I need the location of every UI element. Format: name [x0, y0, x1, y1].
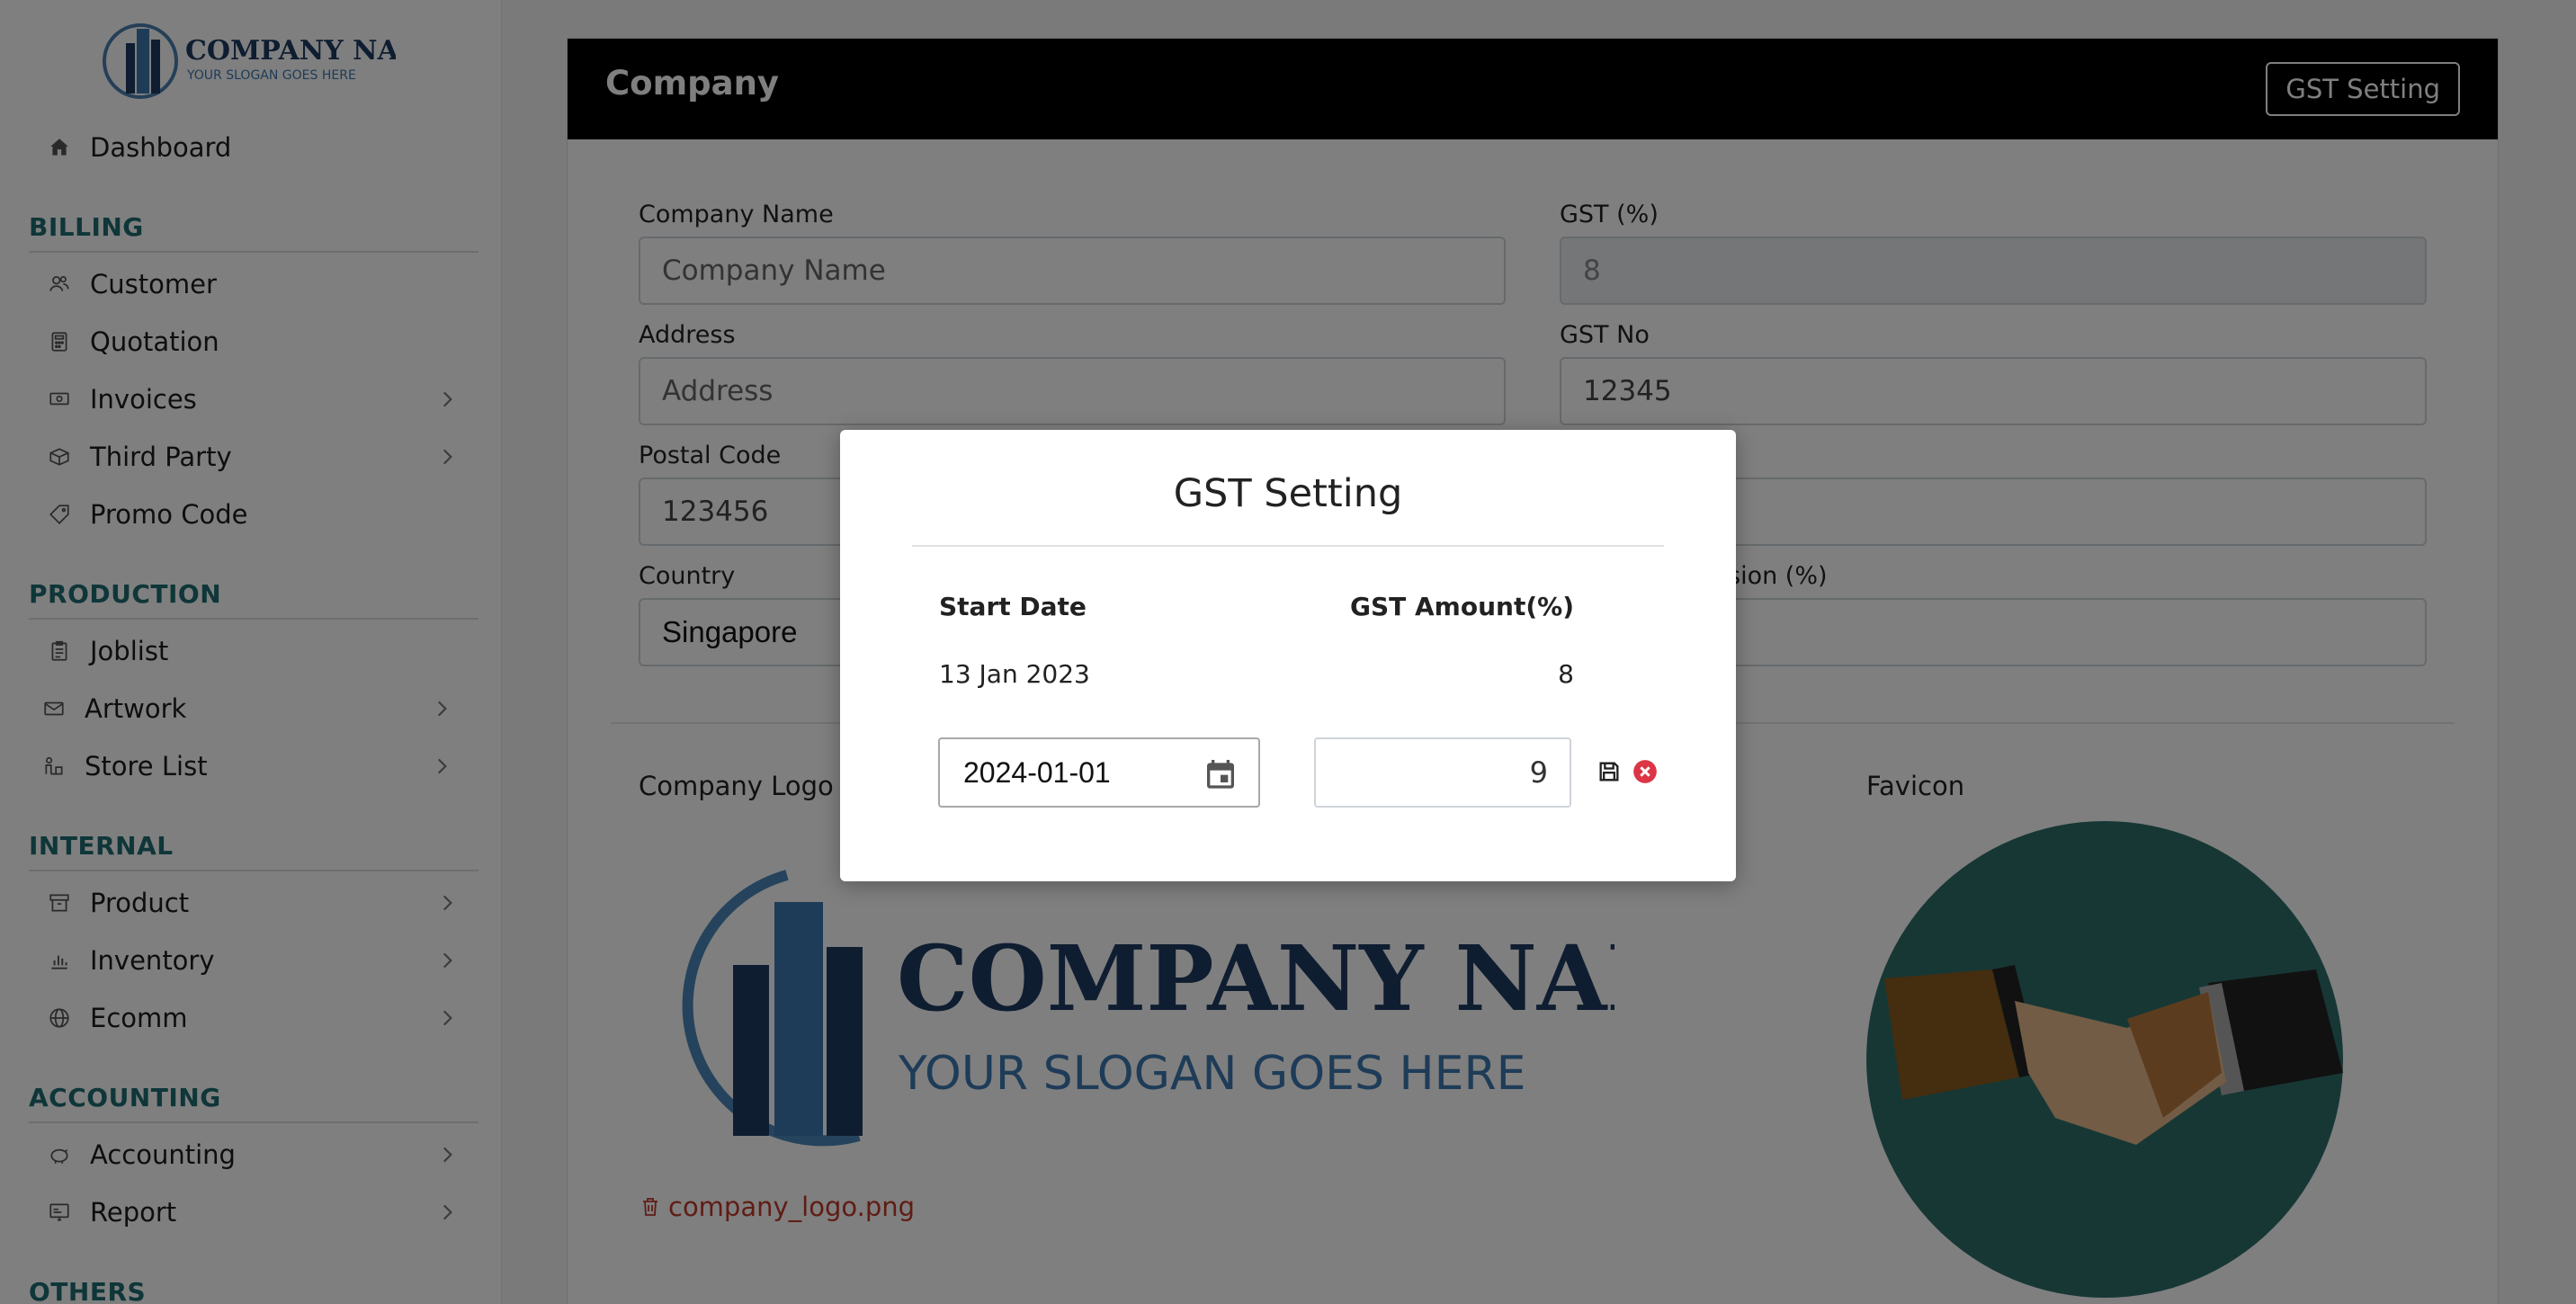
- calendar-icon[interactable]: [1203, 755, 1239, 791]
- start-date-input[interactable]: 2024-01-01: [938, 737, 1260, 808]
- gst-setting-modal: GST Setting Start Date GST Amount(%) 13 …: [840, 430, 1736, 881]
- cancel-icon[interactable]: [1632, 759, 1658, 784]
- row-gst-amount: 8: [1558, 659, 1574, 689]
- modal-title: GST Setting: [1173, 471, 1403, 516]
- gst-amount-input[interactable]: 9: [1314, 737, 1571, 808]
- gst-amount-header: GST Amount(%): [1350, 592, 1574, 621]
- start-date-value: 2024-01-01: [963, 755, 1111, 789]
- row-start-date: 13 Jan 2023: [939, 659, 1090, 689]
- modal-divider: [912, 545, 1664, 547]
- save-icon[interactable]: [1597, 759, 1622, 784]
- start-date-header: Start Date: [939, 592, 1087, 621]
